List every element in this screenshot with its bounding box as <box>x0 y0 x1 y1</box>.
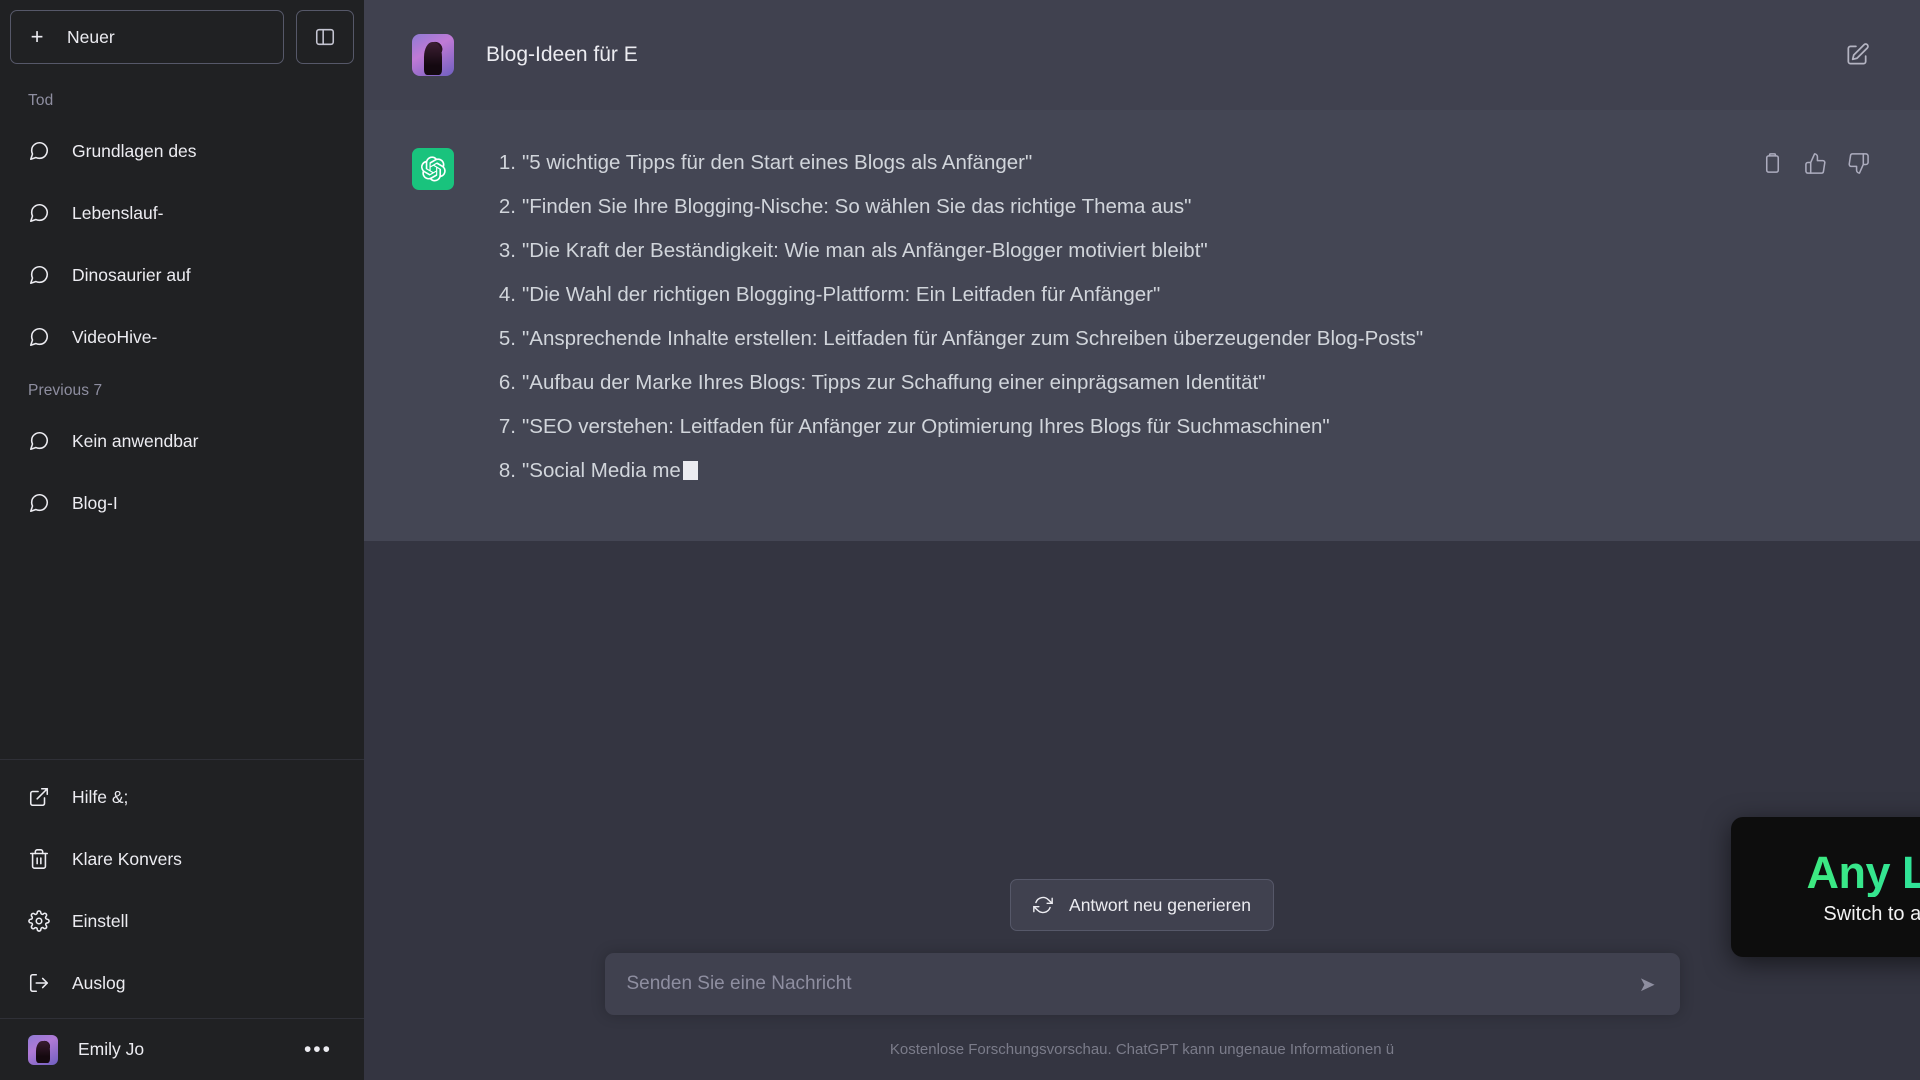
regenerate-wrapper: Antwort neu generieren <box>364 879 1920 931</box>
message-actions <box>1761 152 1870 175</box>
streaming-cursor-icon <box>682 461 698 481</box>
sidebar-footer: Hilfe &; Klare Konvers Einstell Auslog E… <box>0 759 364 1080</box>
overlay-title: Any Language <box>1806 848 1920 898</box>
gear-icon <box>28 910 50 932</box>
list-item: "SEO verstehen: Leitfaden für Anfänger z… <box>486 412 1330 441</box>
conversation-item-5[interactable]: Blog-I <box>0 472 364 534</box>
conversation-list[interactable]: Tod Grundlagen des Lebenslauf- Dinosauri… <box>0 64 364 759</box>
conversation-item-2[interactable]: Dinosaurier auf <box>0 244 364 306</box>
chatgpt-logo-icon <box>412 148 454 190</box>
footer-disclaimer: Kostenlose Forschungsvorschau. ChatGPT k… <box>889 1041 1395 1058</box>
avatar <box>28 1034 58 1065</box>
conversation-header: Blog-Ideen für E <box>364 0 1920 110</box>
list-item: "5 wichtige Tipps für den Start eines Bl… <box>486 148 1033 177</box>
search-input[interactable]: Senden Sie eine Nachricht <box>627 973 1639 995</box>
streaming-text: "Social Media me <box>522 459 681 483</box>
blog-ideas-list: "5 wichtige Tipps für den Start eines Bl… <box>486 140 1872 493</box>
thumbs-up-icon[interactable] <box>1804 152 1827 175</box>
list-item: "Ansprechende Inhalte erstellen: Leitfad… <box>486 324 1424 353</box>
conversation-label: Blog-I <box>72 492 118 513</box>
header-actions <box>1844 42 1870 68</box>
page-title: Blog-Ideen für E <box>486 43 638 66</box>
sidebar: + Neuer Tod Grundlagen des Lebenslauf- D… <box>0 0 364 1080</box>
message-body: "5 wichtige Tipps für den Start eines Bl… <box>486 140 1872 493</box>
external-link-icon <box>29 787 49 807</box>
user-profile-row[interactable]: Emily Jo ••• <box>0 1018 364 1080</box>
chat-bubble-icon <box>29 203 49 223</box>
chat-app: + Neuer Tod Grundlagen des Lebenslauf- D… <box>0 0 1920 1080</box>
conversation-item-0[interactable]: Grundlagen des <box>0 120 364 182</box>
sidebar-top-bar: + Neuer <box>0 10 364 64</box>
regenerate-label: Antwort neu generieren <box>1069 894 1251 915</box>
help-faq-item[interactable]: Hilfe &; <box>0 766 364 828</box>
refresh-icon <box>1033 896 1053 914</box>
sidebar-panel-icon <box>315 28 335 46</box>
conversation-item-4[interactable]: Kein anwendbar <box>0 410 364 472</box>
regenerate-response-button[interactable]: Antwort neu generieren <box>1010 879 1274 931</box>
list-item-streaming: "Social Media me <box>486 449 1872 493</box>
message-inner: "5 wichtige Tipps für den Start eines Bl… <box>364 140 1920 493</box>
send-arrow-icon[interactable]: ➤ <box>1639 972 1658 997</box>
conversation-item-3[interactable]: VideoHive- <box>0 306 364 368</box>
chat-bubble-icon <box>29 493 49 513</box>
ellipsis-icon[interactable]: ••• <box>304 1039 336 1060</box>
chat-bubble-icon <box>29 431 49 451</box>
new-chat-button[interactable]: + Neuer <box>10 10 284 64</box>
clear-conversations-label: Klare Konvers <box>72 848 182 869</box>
conversation-label: Dinosaurier auf <box>72 264 191 285</box>
copy-icon[interactable] <box>1761 152 1784 175</box>
main-panel: Blog-Ideen für E "5 wichtige Tipps für d… <box>364 0 1920 1080</box>
conversation-avatar <box>412 34 454 76</box>
new-chat-label: Neuer <box>67 26 115 47</box>
composer-area: Antwort neu generieren Senden Sie eine N… <box>364 879 1920 1080</box>
conversation-item-1[interactable]: Lebenslauf- <box>0 182 364 244</box>
chat-bubble-icon <box>29 141 49 161</box>
conversation-label: VideoHive- <box>72 326 158 347</box>
thumbs-down-icon[interactable] <box>1847 152 1870 175</box>
conversation-label: Lebenslauf- <box>72 202 164 223</box>
edit-square-icon[interactable] <box>1844 42 1870 68</box>
conversation-label: Grundlagen des <box>72 140 197 161</box>
settings-label: Einstell <box>72 910 129 931</box>
list-item: "Die Wahl der richtigen Blogging-Plattfo… <box>486 280 1161 309</box>
list-item: "Finden Sie Ihre Blogging-Nische: So wäh… <box>486 192 1192 221</box>
input-row: Senden Sie eine Nachricht ➤ <box>364 953 1920 1015</box>
section-label-previous: Previous 7 <box>28 382 103 399</box>
any-language-overlay[interactable]: Any Language Switch to any Language easi… <box>1731 817 1920 957</box>
section-label-today: Tod <box>28 92 54 109</box>
help-faq-label: Hilfe &; <box>72 786 129 807</box>
conversation-label: Kein anwendbar <box>72 430 199 451</box>
settings-item[interactable]: Einstell <box>0 890 364 952</box>
sidebar-toggle-button[interactable] <box>296 10 354 64</box>
trash-icon <box>29 849 49 869</box>
assistant-message: "5 wichtige Tipps für den Start eines Bl… <box>364 110 1920 541</box>
message-input-box[interactable]: Senden Sie eine Nachricht ➤ <box>604 953 1680 1015</box>
chat-bubble-icon <box>29 327 49 347</box>
list-item: "Aufbau der Marke Ihres Blogs: Tipps zur… <box>486 368 1266 397</box>
logout-item[interactable]: Auslog <box>0 952 364 1014</box>
logout-label: Auslog <box>72 972 126 993</box>
list-item: "Die Kraft der Beständigkeit: Wie man al… <box>486 236 1208 265</box>
plus-icon: + <box>30 24 44 49</box>
user-name: Emily Jo <box>78 1039 145 1059</box>
chat-bubble-icon <box>29 265 49 285</box>
clear-conversations-item[interactable]: Klare Konvers <box>0 828 364 890</box>
overlay-subtitle: Switch to any Language easily <box>1823 903 1920 926</box>
logout-icon <box>29 973 49 993</box>
